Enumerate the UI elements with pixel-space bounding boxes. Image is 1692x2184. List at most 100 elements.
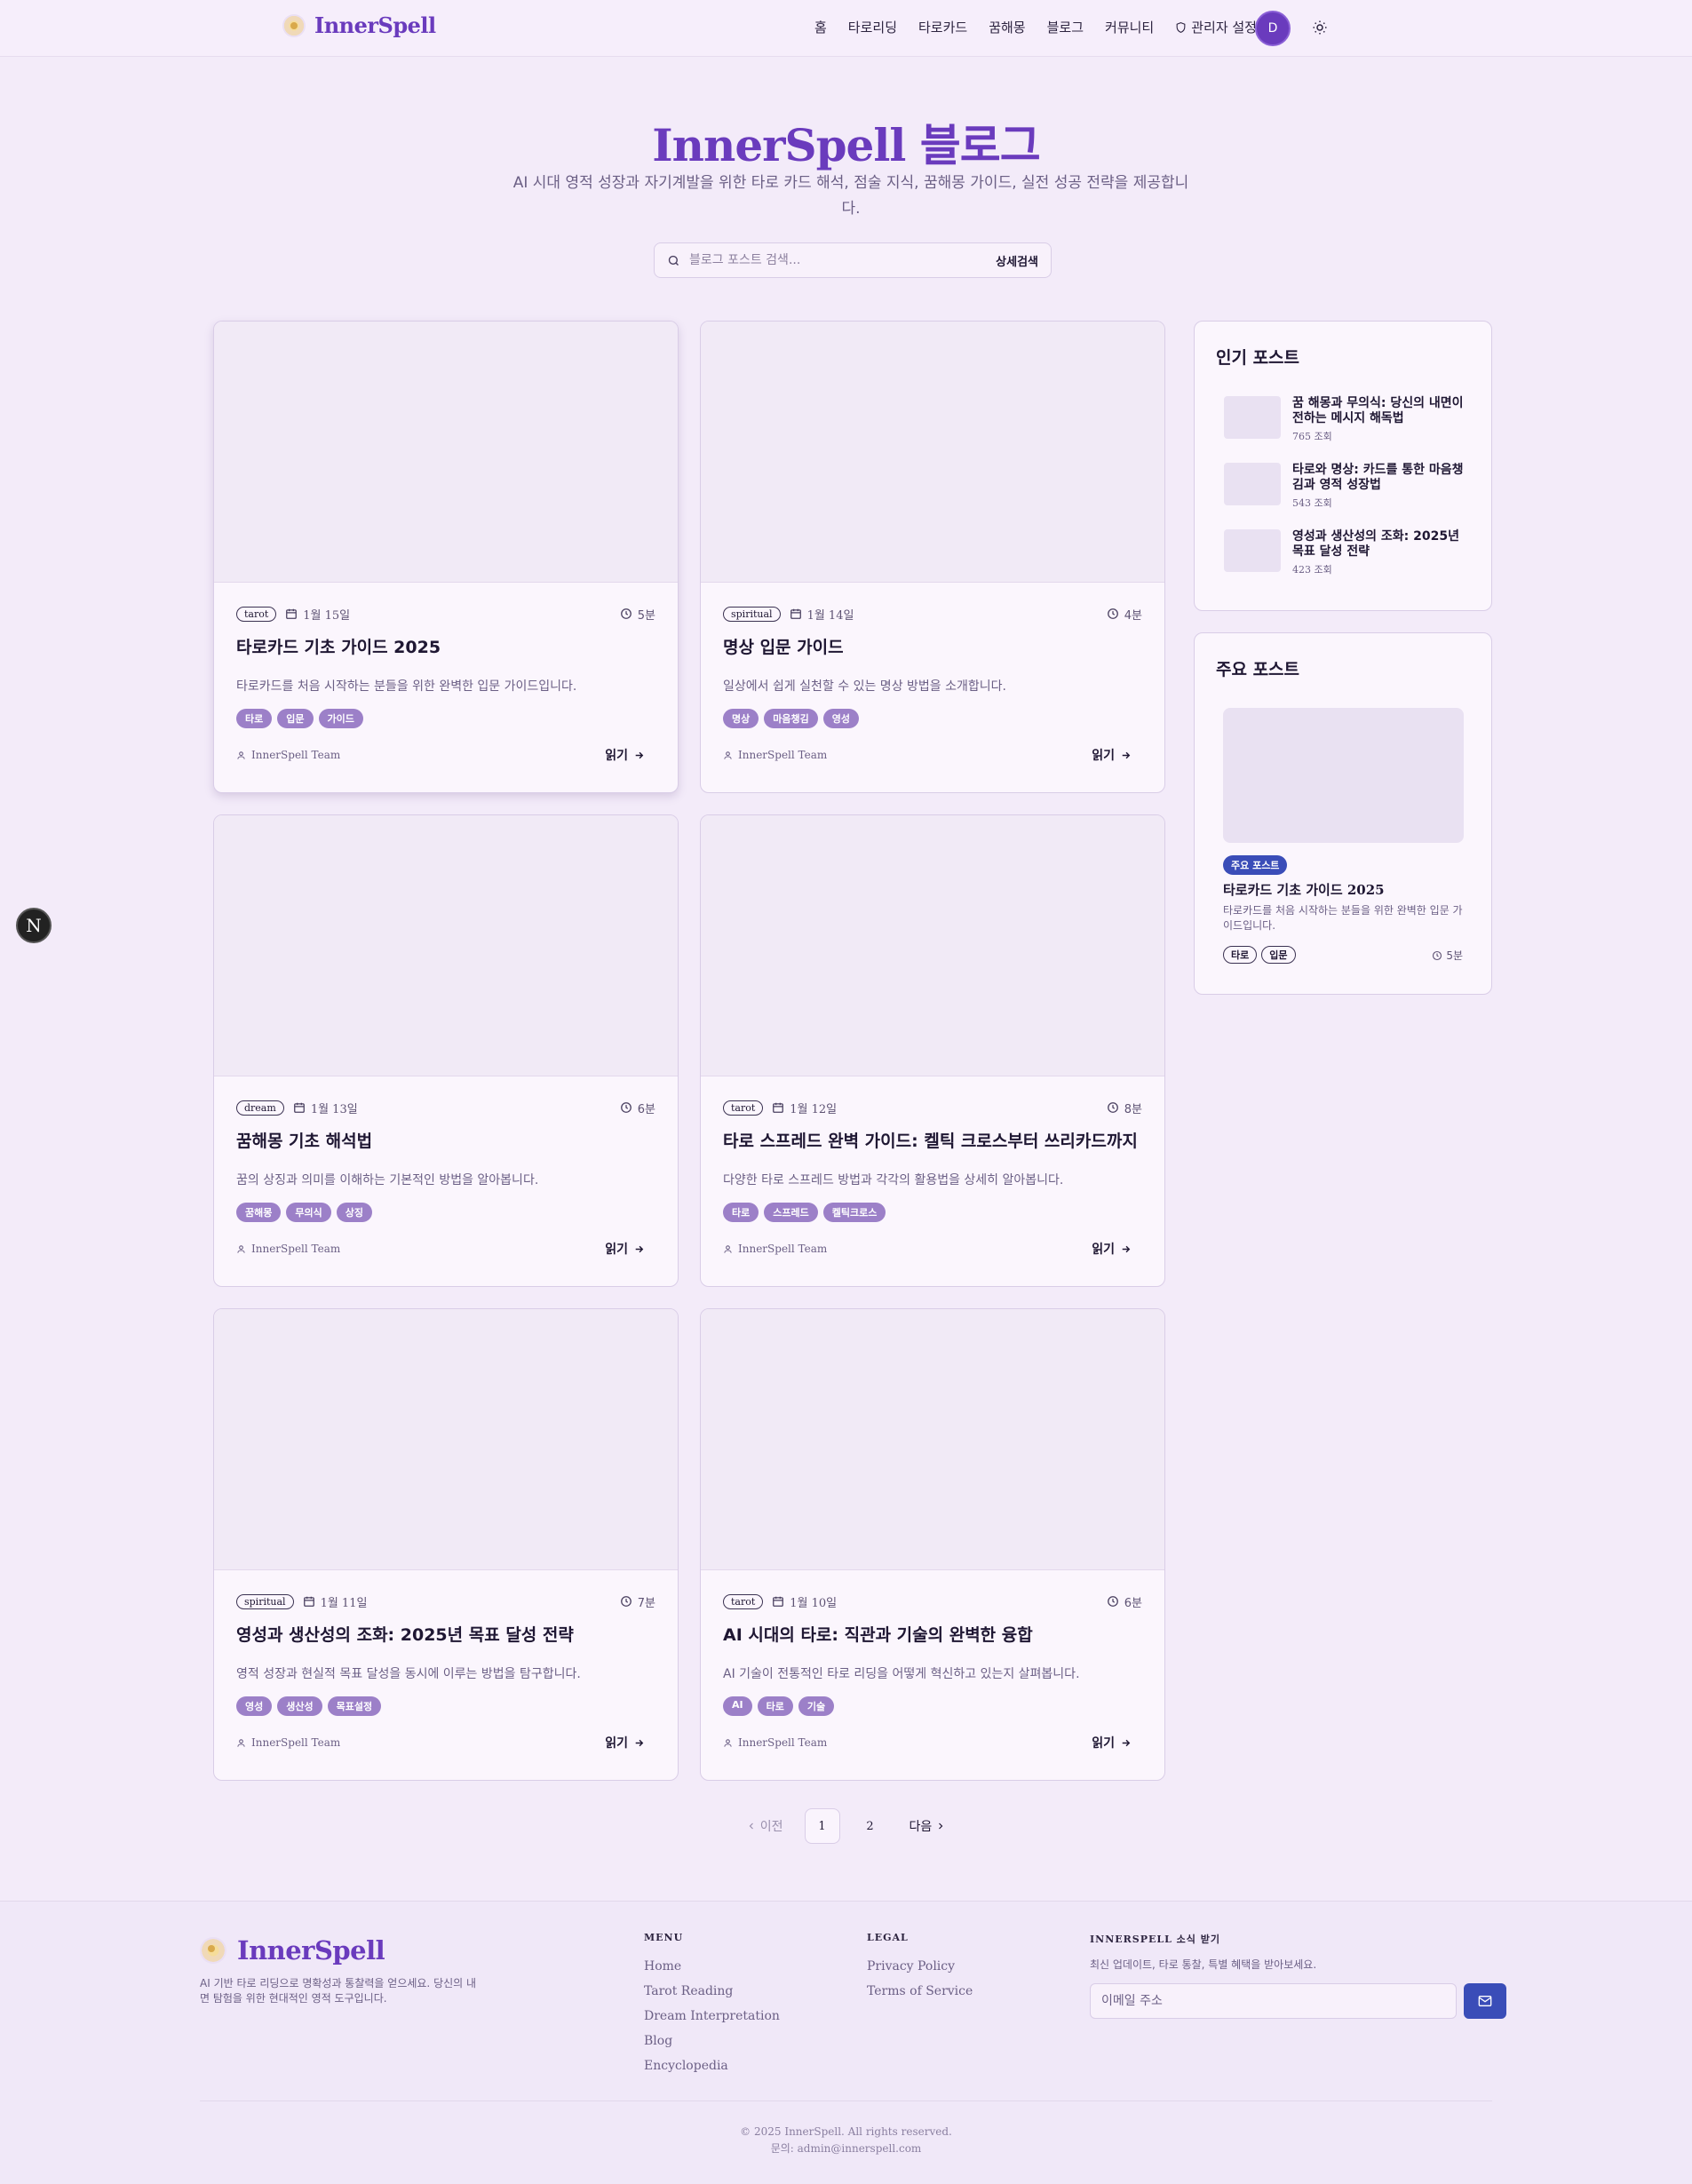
blog-post-card[interactable]: tarot 1월 15일 5분 타로카드 기초 가이드 2025 타로카드를 처음 시작…: [213, 321, 679, 793]
post-category-badge[interactable]: tarot: [236, 606, 277, 622]
post-author-name: InnerSpell Team: [251, 1736, 341, 1749]
post-title[interactable]: 영성과 생산성의 조화: 2025년 목표 달성 전략: [236, 1622, 655, 1646]
arrow-right-icon: [1122, 751, 1131, 758]
post-tag[interactable]: 무의식: [286, 1203, 331, 1222]
popular-post-title: 영성과 생산성의 조화: 2025년 목표 달성 전략: [1292, 529, 1459, 559]
post-tag[interactable]: AI: [723, 1696, 752, 1716]
read-more-button[interactable]: 읽기: [1092, 1734, 1132, 1751]
read-more-label: 읽기: [605, 1736, 628, 1751]
post-tag[interactable]: 마음챙김: [764, 709, 818, 728]
page-button-2[interactable]: 2: [853, 1808, 888, 1844]
read-more-button[interactable]: 읽기: [605, 1240, 645, 1258]
site-logo[interactable]: InnerSpell: [282, 12, 436, 38]
arrow-right-icon: [635, 1245, 644, 1252]
post-tag[interactable]: 타로: [723, 1203, 759, 1222]
post-category-badge[interactable]: dream: [236, 1100, 284, 1116]
next-page-button[interactable]: 다음: [901, 1808, 956, 1844]
post-date: 1월 10일: [772, 1593, 837, 1610]
contact-email[interactable]: 문의: admin@innerspell.com: [0, 2140, 1692, 2157]
prev-page-button[interactable]: 이전: [737, 1808, 792, 1844]
read-more-button[interactable]: 읽기: [1092, 746, 1132, 764]
post-date: 1월 12일: [772, 1100, 837, 1116]
page-button-1[interactable]: 1: [804, 1808, 840, 1844]
search-input[interactable]: [689, 253, 997, 267]
user-icon: [724, 751, 732, 759]
popular-post-item[interactable]: 꿈 해몽과 무의식: 당신의 내면이 전하는 메시지 해독법 765 조회: [1224, 396, 1464, 446]
post-meta: spiritual 1월 14일 4분: [723, 604, 1142, 623]
blog-post-card[interactable]: dream 1월 13일 6분 꿈해몽 기초 해석법 꿈의 상징과 의미를 이해하는 기…: [213, 814, 679, 1287]
post-tag[interactable]: 꿈해몽: [236, 1203, 282, 1222]
nav-item-tarot-reading[interactable]: 타로리딩: [848, 18, 897, 36]
subscribe-button[interactable]: [1464, 1983, 1506, 2019]
post-read-time-value: 7분: [637, 1596, 655, 1610]
post-tag[interactable]: 기술: [798, 1696, 835, 1716]
nav-item-tarot-cards[interactable]: 타로카드: [918, 18, 967, 36]
featured-tag[interactable]: 타로: [1223, 946, 1258, 964]
nav-item-blog[interactable]: 블로그: [1047, 18, 1084, 36]
featured-post-title[interactable]: 타로카드 기초 가이드 2025: [1223, 880, 1385, 899]
read-more-button[interactable]: 읽기: [605, 1734, 645, 1751]
post-read-time: 5분: [620, 606, 655, 623]
shield-icon: [1176, 21, 1186, 33]
nav-item-admin[interactable]: 관리자 설정: [1175, 18, 1257, 36]
post-title[interactable]: 타로 스프레드 완벽 가이드: 켈틱 크로스부터 쓰리카드까지: [723, 1128, 1142, 1152]
footer-link-encyclopedia[interactable]: Encyclopedia: [644, 2059, 780, 2073]
post-tag[interactable]: 타로: [236, 709, 273, 728]
footer-link-tarot-reading[interactable]: Tarot Reading: [644, 1984, 780, 1998]
post-date: 1월 15일: [285, 606, 350, 623]
post-read-time-value: 5분: [637, 608, 655, 623]
post-tag[interactable]: 생산성: [277, 1696, 322, 1716]
footer-newsletter: INNERSPELL 소식 받기 최신 업데이트, 타로 통찰, 특별 혜택을 …: [1090, 1932, 1316, 1972]
newsletter-heading: INNERSPELL 소식 받기: [1090, 1934, 1220, 1945]
user-avatar[interactable]: D: [1255, 11, 1291, 46]
post-tag[interactable]: 영성: [822, 709, 859, 728]
post-tag[interactable]: 상징: [336, 1203, 372, 1222]
post-tag[interactable]: 켈틱크로스: [822, 1203, 886, 1222]
post-tag[interactable]: 스프레드: [764, 1203, 818, 1222]
email-field[interactable]: [1090, 1983, 1457, 2019]
calendar-icon: [773, 1102, 784, 1113]
featured-tag[interactable]: 입문: [1261, 946, 1296, 964]
post-tag[interactable]: 영성: [236, 1696, 273, 1716]
post-title[interactable]: 꿈해몽 기초 해석법: [236, 1128, 655, 1152]
footer-tagline: AI 기반 타로 리딩으로 명확성과 통찰력을 얻으세요. 당신의 내면 탐험을…: [200, 1977, 477, 2005]
post-category-badge[interactable]: spiritual: [723, 606, 781, 622]
post-tag[interactable]: 목표설정: [327, 1696, 382, 1716]
post-title[interactable]: 명상 입문 가이드: [723, 634, 1142, 658]
footer-logo[interactable]: InnerSpell: [200, 1935, 385, 1966]
popular-post-item[interactable]: 영성과 생산성의 조화: 2025년 목표 달성 전략 423 조회: [1224, 529, 1464, 579]
nav-item-community[interactable]: 커뮤니티: [1105, 18, 1154, 36]
blog-post-card[interactable]: spiritual 1월 11일 7분 영성과 생산성의 조화: 2025년 목표 달…: [213, 1308, 679, 1781]
post-title[interactable]: 타로카드 기초 가이드 2025: [236, 634, 655, 658]
post-category-badge[interactable]: tarot: [723, 1593, 764, 1609]
read-more-button[interactable]: 읽기: [605, 746, 645, 764]
nav-item-home[interactable]: 홈: [814, 18, 827, 36]
post-category-badge[interactable]: spiritual: [236, 1593, 294, 1609]
post-title[interactable]: AI 시대의 타로: 직관과 기술의 완벽한 융합: [723, 1622, 1142, 1646]
post-author: InnerSpell Team: [723, 749, 827, 761]
blog-post-card[interactable]: tarot 1월 12일 8분 타로 스프레드 완벽 가이드: 켈틱 크로스부터 쓰리…: [700, 814, 1165, 1287]
popular-post-item[interactable]: 타로와 명상: 카드를 통한 마음챙김과 영적 성장법 543 조회: [1224, 463, 1464, 512]
post-category-badge[interactable]: tarot: [723, 1100, 764, 1116]
post-description: 다양한 타로 스프레드 방법과 각각의 활용법을 상세히 알아봅니다.: [723, 1173, 1064, 1187]
advanced-search-button[interactable]: 상세검색: [996, 252, 1038, 269]
footer-link-privacy[interactable]: Privacy Policy: [867, 1959, 973, 1974]
footer-link-home[interactable]: Home: [644, 1959, 780, 1974]
read-more-button[interactable]: 읽기: [1092, 1240, 1132, 1258]
post-description: AI 기술이 전통적인 타로 리딩을 어떻게 혁신하고 있는지 살펴봅니다.: [723, 1667, 1080, 1681]
footer-link-blog[interactable]: Blog: [644, 2034, 780, 2048]
floating-n-button[interactable]: N: [16, 908, 52, 943]
theme-toggle-button[interactable]: [1310, 18, 1330, 37]
post-thumbnail: [214, 322, 678, 583]
post-tag[interactable]: 명상: [723, 709, 759, 728]
footer-link-dream[interactable]: Dream Interpretation: [644, 2009, 780, 2023]
post-tag[interactable]: 타로: [757, 1696, 793, 1716]
nav-item-dream[interactable]: 꿈해몽: [989, 18, 1025, 36]
post-tag[interactable]: 가이드: [318, 709, 363, 728]
popular-post-views: 765 조회: [1292, 431, 1332, 442]
featured-post-thumbnail[interactable]: [1223, 708, 1464, 843]
post-tag[interactable]: 입문: [277, 709, 314, 728]
footer-link-terms[interactable]: Terms of Service: [867, 1984, 973, 1998]
blog-post-card[interactable]: tarot 1월 10일 6분 AI 시대의 타로: 직관과 기술의 완벽한 융합 AI…: [700, 1308, 1165, 1781]
blog-post-card[interactable]: spiritual 1월 14일 4분 명상 입문 가이드 일상에서 쉽게 실천할 수 …: [700, 321, 1165, 793]
